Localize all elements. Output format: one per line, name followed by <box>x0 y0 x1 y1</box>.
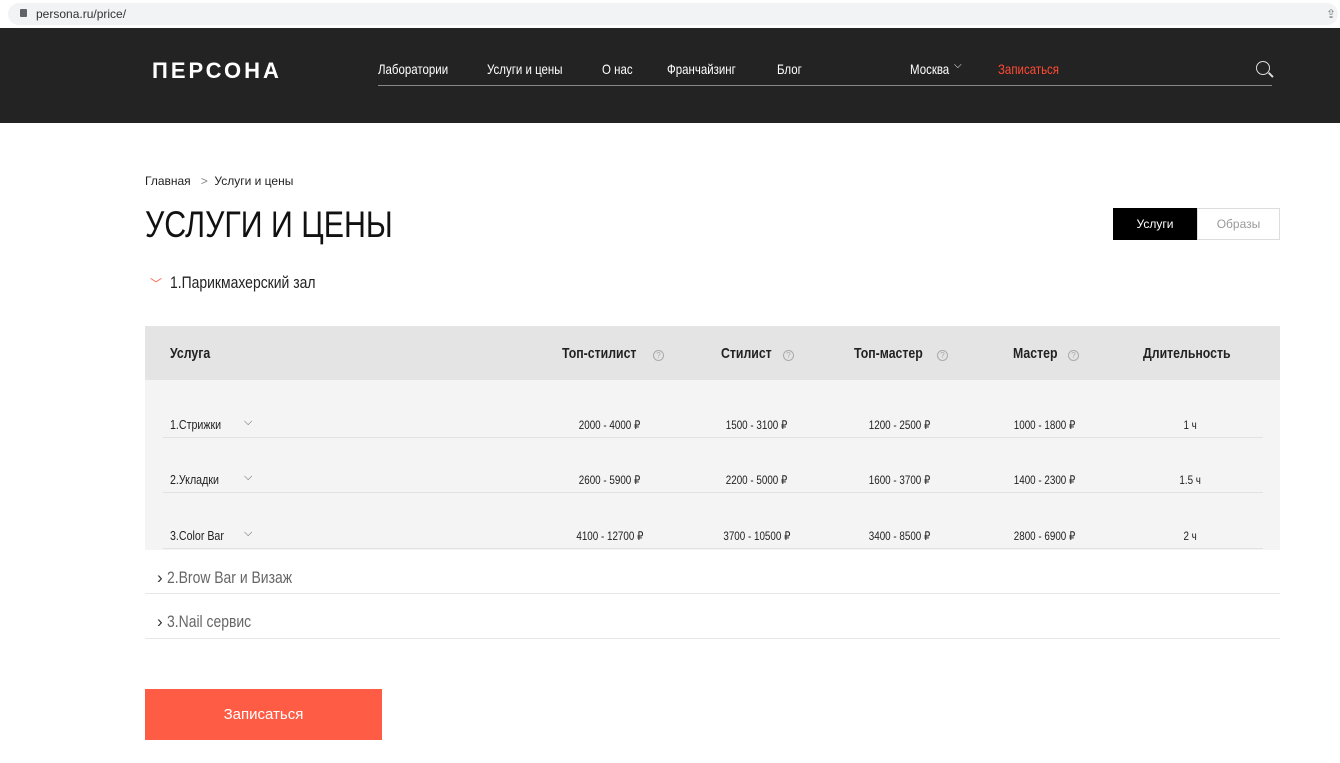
price-cell: 1500 - 3100 ₽ <box>726 418 788 432</box>
chevron-down-icon[interactable]: ⌵ <box>244 471 252 484</box>
row-divider <box>163 548 1263 549</box>
section-nail[interactable]: › 3.Nail сервис <box>157 612 269 632</box>
breadcrumb-home[interactable]: Главная <box>145 174 191 188</box>
breadcrumb-separator: > <box>200 174 208 188</box>
share-icon[interactable]: ⇪ <box>1326 7 1336 21</box>
breadcrumb-current: Услуги и цены <box>214 174 294 188</box>
row-divider <box>163 492 1263 493</box>
nav-franchise[interactable]: Франчайзинг <box>667 61 736 77</box>
price-cell: 2800 - 6900 ₽ <box>1014 529 1076 543</box>
chevron-down-icon[interactable]: ⌵ <box>244 527 252 540</box>
lock-icon <box>20 9 27 17</box>
price-cell: 2600 - 5900 ₽ <box>579 473 641 487</box>
browser-bar: persona.ru/price/ ⇪ <box>0 0 1340 28</box>
col-stylist: Стилист <box>721 345 772 362</box>
help-icon[interactable]: ? <box>1068 350 1079 361</box>
chevron-down-icon: ﹀ <box>150 277 163 291</box>
url-text[interactable]: persona.ru/price/ <box>36 7 126 21</box>
nav-about[interactable]: О нас <box>602 61 633 77</box>
price-cell: 3400 - 8500 ₽ <box>869 529 931 543</box>
price-cell: 2000 - 4000 ₽ <box>579 418 641 432</box>
logo[interactable]: ПЕРСОНА <box>152 58 282 84</box>
section-title: 3.Nail сервис <box>166 612 251 631</box>
price-cell: 1 ч <box>1183 418 1197 432</box>
price-cell: 1000 - 1800 ₽ <box>1014 418 1076 432</box>
service-name: 2.Укладки <box>170 472 219 487</box>
help-icon[interactable]: ? <box>937 350 948 361</box>
tab-looks[interactable]: Образы <box>1197 208 1280 240</box>
chevron-right-icon: › <box>157 568 163 587</box>
header-book-link[interactable]: Записаться <box>998 61 1059 77</box>
page-title: УСЛУГИ И ЦЕНЫ <box>145 204 393 245</box>
nav-divider <box>378 85 1272 86</box>
price-cell: 1400 - 2300 ₽ <box>1014 473 1076 487</box>
col-master: Мастер <box>1013 345 1058 362</box>
section-brow-bar[interactable]: › 2.Brow Bar и Визаж <box>157 568 319 588</box>
col-service: Услуга <box>170 345 211 362</box>
section-title: 2.Brow Bar и Визаж <box>166 568 292 587</box>
breadcrumb: Главная > Услуги и цены <box>145 174 293 188</box>
service-name: 1.Стрижки <box>170 417 222 432</box>
address-bar[interactable] <box>8 3 1338 25</box>
book-button[interactable]: Записаться <box>145 689 382 740</box>
tab-services[interactable]: Услуги <box>1113 208 1197 240</box>
section-title: 1.Парикмахерский зал <box>170 273 316 292</box>
price-cell: 1200 - 2500 ₽ <box>869 418 931 432</box>
chevron-down-icon[interactable]: ⌵ <box>244 416 252 429</box>
row-divider <box>163 437 1263 438</box>
help-icon[interactable]: ? <box>783 350 794 361</box>
col-top-master: Топ-мастер <box>854 345 923 362</box>
divider <box>145 593 1280 594</box>
col-top-stylist: Топ-стилист <box>562 345 637 362</box>
help-icon[interactable]: ? <box>653 350 664 361</box>
price-cell: 2 ч <box>1183 529 1197 543</box>
price-cell: 3700 - 10500 ₽ <box>723 529 791 543</box>
price-cell: 1600 - 3700 ₽ <box>869 473 931 487</box>
table-header <box>145 326 1280 380</box>
nav-blog[interactable]: Блог <box>777 61 802 77</box>
chevron-down-icon: ⌵ <box>954 60 962 71</box>
price-cell: 2200 - 5000 ₽ <box>726 473 788 487</box>
price-cell: 4100 - 12700 ₽ <box>576 529 644 543</box>
table-body <box>145 380 1280 550</box>
section-hair-salon[interactable]: ﹀ 1.Парикмахерский зал <box>150 273 347 293</box>
nav-labs[interactable]: Лаборатории <box>378 61 448 77</box>
chevron-right-icon: › <box>157 612 163 631</box>
city-label: Москва <box>910 61 950 77</box>
col-duration: Длительность <box>1143 345 1231 362</box>
search-icon[interactable] <box>1256 61 1270 75</box>
city-select[interactable]: Москва ⌵ <box>910 60 962 77</box>
service-name: 3.Color Bar <box>170 528 224 543</box>
nav-services[interactable]: Услуги и цены <box>487 61 563 77</box>
price-cell: 1.5 ч <box>1179 473 1201 487</box>
divider <box>145 638 1280 639</box>
